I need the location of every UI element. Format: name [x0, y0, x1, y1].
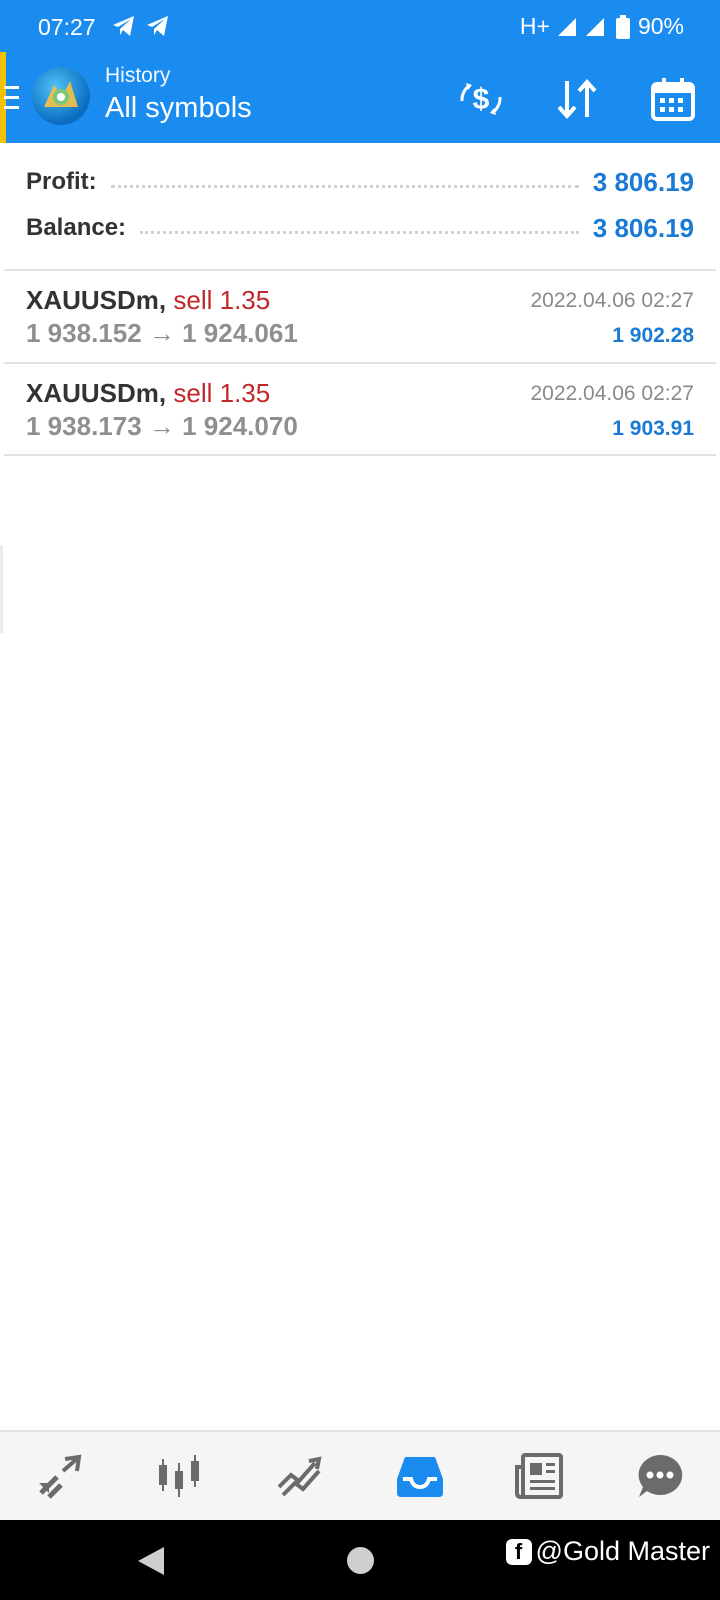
deal-side: sell 1.35	[173, 285, 271, 315]
deal-time: 2022.04.06 02:27	[530, 289, 695, 312]
home-icon[interactable]	[347, 1547, 374, 1574]
back-icon[interactable]	[136, 1545, 166, 1577]
battery-icon	[615, 14, 630, 39]
status-bar: 07:27 H+ 90%	[0, 0, 720, 52]
quotes-icon	[39, 1454, 82, 1499]
battery-percent: 90%	[637, 13, 684, 39]
dotted-leader	[110, 184, 579, 188]
nav-trade[interactable]	[240, 1432, 360, 1520]
calendar-icon[interactable]	[648, 74, 698, 124]
app-logo[interactable]	[32, 67, 90, 125]
nav-chart[interactable]	[120, 1432, 240, 1520]
account-summary: Profit: 3 806.19 Balance: 3 806.19	[0, 143, 720, 271]
deal-time: 2022.04.06 02:27	[530, 382, 695, 405]
balance-value: 3 806.19	[592, 212, 694, 243]
telegram-icon	[147, 16, 168, 36]
menu-icon[interactable]	[4, 86, 19, 110]
app-titles: History All symbols	[105, 64, 252, 125]
dotted-leader	[140, 230, 579, 234]
telegram-icon	[113, 16, 134, 36]
facebook-icon: f	[505, 1538, 532, 1565]
signal-icon	[557, 17, 576, 36]
balance-label: Balance:	[26, 214, 127, 241]
currency-exchange-icon[interactable]: $	[456, 74, 506, 124]
history-icon	[397, 1457, 443, 1497]
system-nav-bar: f @Gold Master	[0, 1520, 720, 1600]
sort-icon[interactable]	[552, 74, 602, 124]
status-time: 07:27	[38, 14, 96, 40]
trade-icon	[277, 1456, 322, 1497]
nav-messages[interactable]	[600, 1432, 720, 1520]
edge-marker	[0, 545, 3, 633]
svg-text:$: $	[473, 83, 490, 116]
watermark-text: @Gold Master	[535, 1536, 710, 1566]
deal-prices: 1 938.173 → 1 924.070	[26, 411, 298, 441]
deal-symbol-line: XAUUSDm, sell 1.35	[26, 378, 270, 409]
app-bar: History All symbols $	[0, 52, 720, 143]
balance-row: Balance: 3 806.19	[26, 208, 694, 248]
signal-icon	[585, 17, 604, 36]
nav-history[interactable]	[360, 1432, 480, 1520]
bottom-nav	[0, 1430, 720, 1520]
deal-profit: 1 902.28	[612, 324, 694, 347]
profit-value: 3 806.19	[592, 166, 694, 197]
watermark: f @Gold Master	[505, 1536, 710, 1567]
chart-icon	[159, 1455, 199, 1497]
profit-row: Profit: 3 806.19	[26, 162, 694, 202]
deal-symbol: XAUUSDm,	[26, 378, 167, 408]
divider	[4, 454, 716, 456]
deal-profit: 1 903.91	[612, 417, 694, 440]
app-title[interactable]: All symbols	[105, 92, 252, 125]
deal-prices: 1 938.152 → 1 924.061	[26, 318, 298, 348]
nav-news[interactable]	[480, 1432, 600, 1520]
profit-label: Profit:	[26, 168, 97, 195]
deal-symbol-line: XAUUSDm, sell 1.35	[26, 285, 270, 316]
status-indicators: H+ 90%	[520, 13, 684, 40]
network-type: H+	[519, 13, 550, 39]
deal-row[interactable]: XAUUSDm, sell 1.35 1 938.173 → 1 924.070…	[0, 364, 720, 456]
messages-icon	[638, 1454, 683, 1497]
deal-row[interactable]: XAUUSDm, sell 1.35 1 938.152 → 1 924.061…	[0, 271, 720, 363]
news-icon	[515, 1453, 563, 1499]
app-actions: $	[410, 74, 698, 124]
app-subtitle: History	[105, 64, 171, 87]
deal-side: sell 1.35	[173, 378, 271, 408]
deal-symbol: XAUUSDm,	[26, 285, 167, 315]
nav-quotes[interactable]	[0, 1432, 120, 1520]
